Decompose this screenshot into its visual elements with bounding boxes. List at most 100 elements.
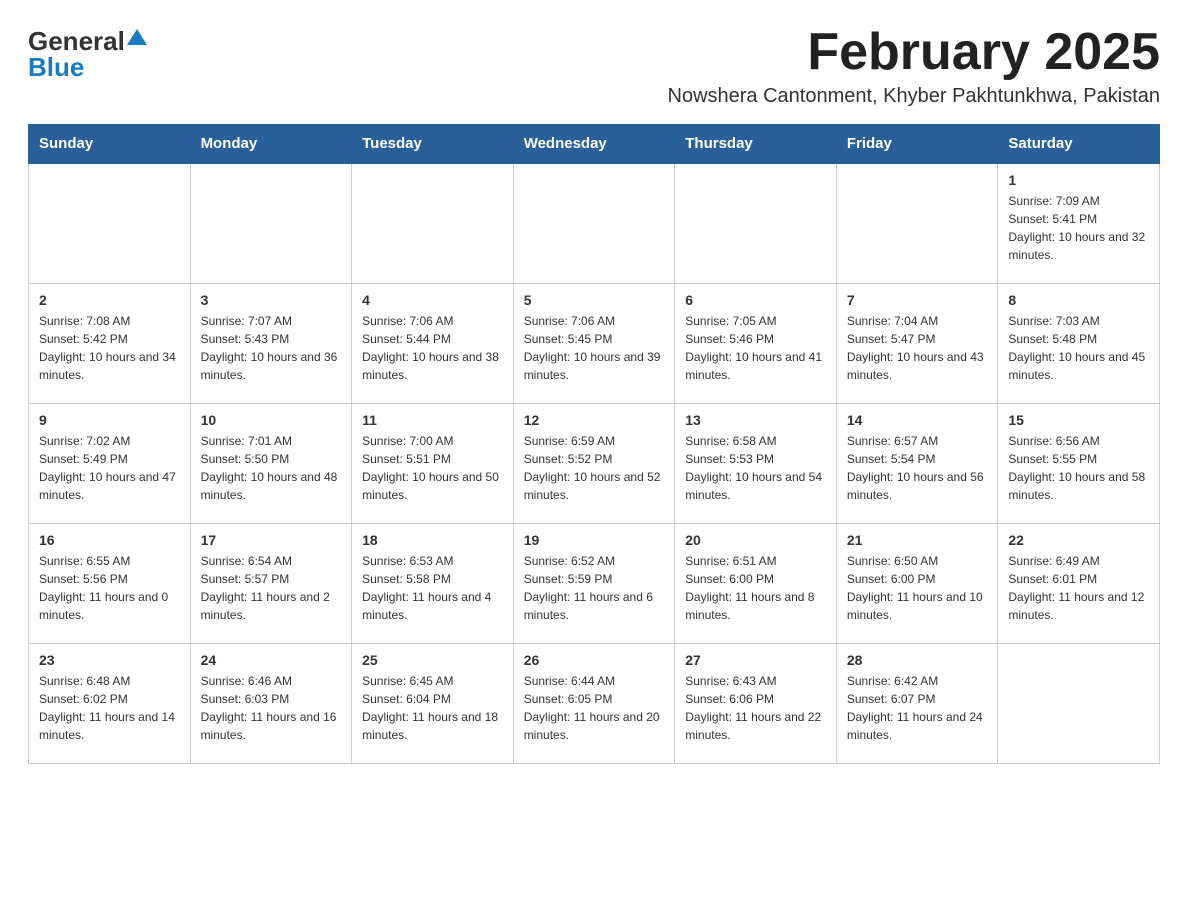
calendar-cell: 23 Sunrise: 6:48 AM Sunset: 6:02 PM Dayli… [29, 643, 191, 763]
day-number: 23 [39, 652, 180, 668]
weekday-header-row: SundayMondayTuesdayWednesdayThursdayFrid… [29, 125, 1160, 164]
calendar-cell: 15 Sunrise: 6:56 AM Sunset: 5:55 PM Dayli… [998, 403, 1160, 523]
calendar-cell: 16 Sunrise: 6:55 AM Sunset: 5:56 PM Dayli… [29, 523, 191, 643]
day-info: Sunrise: 7:06 AM Sunset: 5:45 PM Dayligh… [524, 312, 665, 384]
day-info: Sunrise: 7:00 AM Sunset: 5:51 PM Dayligh… [362, 432, 503, 504]
day-info: Sunrise: 7:08 AM Sunset: 5:42 PM Dayligh… [39, 312, 180, 384]
day-number: 28 [847, 652, 988, 668]
calendar-week-4: 23 Sunrise: 6:48 AM Sunset: 6:02 PM Dayli… [29, 643, 1160, 763]
calendar-week-2: 9 Sunrise: 7:02 AM Sunset: 5:49 PM Daylig… [29, 403, 1160, 523]
calendar-cell: 8Sunrise: 7:03 AM Sunset: 5:48 PM Daylig… [998, 283, 1160, 403]
day-info: Sunrise: 6:55 AM Sunset: 5:56 PM Dayligh… [39, 552, 180, 624]
calendar-cell: 7 Sunrise: 7:04 AM Sunset: 5:47 PM Daylig… [836, 283, 998, 403]
day-info: Sunrise: 7:05 AM Sunset: 5:46 PM Dayligh… [685, 312, 826, 384]
calendar-cell: 21 Sunrise: 6:50 AM Sunset: 6:00 PM Dayli… [836, 523, 998, 643]
calendar-cell [29, 163, 191, 283]
day-number: 9 [39, 412, 180, 428]
day-info: Sunrise: 6:45 AM Sunset: 6:04 PM Dayligh… [362, 672, 503, 744]
day-number: 19 [524, 532, 665, 548]
day-info: Sunrise: 7:06 AM Sunset: 5:44 PM Dayligh… [362, 312, 503, 384]
day-info: Sunrise: 6:59 AM Sunset: 5:52 PM Dayligh… [524, 432, 665, 504]
day-number: 20 [685, 532, 826, 548]
day-info: Sunrise: 6:52 AM Sunset: 5:59 PM Dayligh… [524, 552, 665, 624]
calendar-cell: 18Sunrise: 6:53 AM Sunset: 5:58 PM Dayli… [352, 523, 514, 643]
day-number: 11 [362, 412, 503, 428]
calendar-cell: 6 Sunrise: 7:05 AM Sunset: 5:46 PM Daylig… [675, 283, 837, 403]
calendar-cell: 14 Sunrise: 6:57 AM Sunset: 5:54 PM Dayli… [836, 403, 998, 523]
logo-triangle-icon [127, 29, 147, 45]
day-number: 12 [524, 412, 665, 428]
day-number: 15 [1008, 412, 1149, 428]
day-number: 25 [362, 652, 503, 668]
day-number: 4 [362, 292, 503, 308]
day-info: Sunrise: 6:51 AM Sunset: 6:00 PM Dayligh… [685, 552, 826, 624]
day-number: 17 [201, 532, 342, 548]
calendar-cell: 9 Sunrise: 7:02 AM Sunset: 5:49 PM Daylig… [29, 403, 191, 523]
day-info: Sunrise: 7:01 AM Sunset: 5:50 PM Dayligh… [201, 432, 342, 504]
day-number: 18 [362, 532, 503, 548]
day-number: 3 [201, 292, 342, 308]
logo: General Blue [28, 28, 147, 80]
day-info: Sunrise: 7:04 AM Sunset: 5:47 PM Dayligh… [847, 312, 988, 384]
calendar-header: SundayMondayTuesdayWednesdayThursdayFrid… [29, 125, 1160, 164]
day-info: Sunrise: 6:56 AM Sunset: 5:55 PM Dayligh… [1008, 432, 1149, 504]
day-number: 13 [685, 412, 826, 428]
calendar-body: 1 Sunrise: 7:09 AM Sunset: 5:41 PM Daylig… [29, 163, 1160, 763]
calendar-cell: 17Sunrise: 6:54 AM Sunset: 5:57 PM Dayli… [190, 523, 352, 643]
day-info: Sunrise: 7:03 AM Sunset: 5:48 PM Dayligh… [1008, 312, 1149, 384]
weekday-header-friday: Friday [836, 125, 998, 164]
calendar-week-3: 16 Sunrise: 6:55 AM Sunset: 5:56 PM Dayli… [29, 523, 1160, 643]
day-info: Sunrise: 6:42 AM Sunset: 6:07 PM Dayligh… [847, 672, 988, 744]
calendar-table: SundayMondayTuesdayWednesdayThursdayFrid… [28, 124, 1160, 764]
day-info: Sunrise: 6:50 AM Sunset: 6:00 PM Dayligh… [847, 552, 988, 624]
day-info: Sunrise: 6:44 AM Sunset: 6:05 PM Dayligh… [524, 672, 665, 744]
day-info: Sunrise: 6:48 AM Sunset: 6:02 PM Dayligh… [39, 672, 180, 744]
weekday-header-saturday: Saturday [998, 125, 1160, 164]
weekday-header-sunday: Sunday [29, 125, 191, 164]
calendar-cell: 27Sunrise: 6:43 AM Sunset: 6:06 PM Dayli… [675, 643, 837, 763]
day-number: 26 [524, 652, 665, 668]
day-info: Sunrise: 6:57 AM Sunset: 5:54 PM Dayligh… [847, 432, 988, 504]
day-number: 6 [685, 292, 826, 308]
logo-blue: Blue [28, 54, 84, 80]
calendar-cell: 12 Sunrise: 6:59 AM Sunset: 5:52 PM Dayli… [513, 403, 675, 523]
day-number: 21 [847, 532, 988, 548]
day-info: Sunrise: 7:02 AM Sunset: 5:49 PM Dayligh… [39, 432, 180, 504]
page-subtitle: Nowshera Cantonment, Khyber Pakhtunkhwa,… [668, 85, 1161, 108]
day-info: Sunrise: 6:46 AM Sunset: 6:03 PM Dayligh… [201, 672, 342, 744]
day-number: 22 [1008, 532, 1149, 548]
calendar-cell [190, 163, 352, 283]
calendar-week-1: 2 Sunrise: 7:08 AM Sunset: 5:42 PM Daylig… [29, 283, 1160, 403]
calendar-cell: 28 Sunrise: 6:42 AM Sunset: 6:07 PM Dayli… [836, 643, 998, 763]
calendar-cell: 4 Sunrise: 7:06 AM Sunset: 5:44 PM Daylig… [352, 283, 514, 403]
calendar-cell: 24Sunrise: 6:46 AM Sunset: 6:03 PM Dayli… [190, 643, 352, 763]
calendar-cell [352, 163, 514, 283]
page-header: General Blue February 2025 Nowshera Cant… [28, 24, 1160, 108]
day-number: 2 [39, 292, 180, 308]
calendar-cell [675, 163, 837, 283]
day-number: 14 [847, 412, 988, 428]
day-number: 16 [39, 532, 180, 548]
day-info: Sunrise: 6:43 AM Sunset: 6:06 PM Dayligh… [685, 672, 826, 744]
title-block: February 2025 Nowshera Cantonment, Khybe… [668, 24, 1161, 108]
calendar-cell: 1 Sunrise: 7:09 AM Sunset: 5:41 PM Daylig… [998, 163, 1160, 283]
calendar-cell: 22 Sunrise: 6:49 AM Sunset: 6:01 PM Dayli… [998, 523, 1160, 643]
day-info: Sunrise: 7:09 AM Sunset: 5:41 PM Dayligh… [1008, 192, 1149, 264]
day-info: Sunrise: 6:49 AM Sunset: 6:01 PM Dayligh… [1008, 552, 1149, 624]
weekday-header-monday: Monday [190, 125, 352, 164]
calendar-cell: 10 Sunrise: 7:01 AM Sunset: 5:50 PM Dayli… [190, 403, 352, 523]
weekday-header-tuesday: Tuesday [352, 125, 514, 164]
weekday-header-wednesday: Wednesday [513, 125, 675, 164]
day-number: 1 [1008, 172, 1149, 188]
calendar-cell: 13Sunrise: 6:58 AM Sunset: 5:53 PM Dayli… [675, 403, 837, 523]
calendar-cell: 19 Sunrise: 6:52 AM Sunset: 5:59 PM Dayli… [513, 523, 675, 643]
calendar-cell: 25 Sunrise: 6:45 AM Sunset: 6:04 PM Dayli… [352, 643, 514, 763]
calendar-cell: 11 Sunrise: 7:00 AM Sunset: 5:51 PM Dayli… [352, 403, 514, 523]
calendar-cell: 26 Sunrise: 6:44 AM Sunset: 6:05 PM Dayli… [513, 643, 675, 763]
day-number: 7 [847, 292, 988, 308]
calendar-week-0: 1 Sunrise: 7:09 AM Sunset: 5:41 PM Daylig… [29, 163, 1160, 283]
calendar-cell: 20 Sunrise: 6:51 AM Sunset: 6:00 PM Dayli… [675, 523, 837, 643]
day-number: 10 [201, 412, 342, 428]
day-number: 5 [524, 292, 665, 308]
calendar-cell [836, 163, 998, 283]
